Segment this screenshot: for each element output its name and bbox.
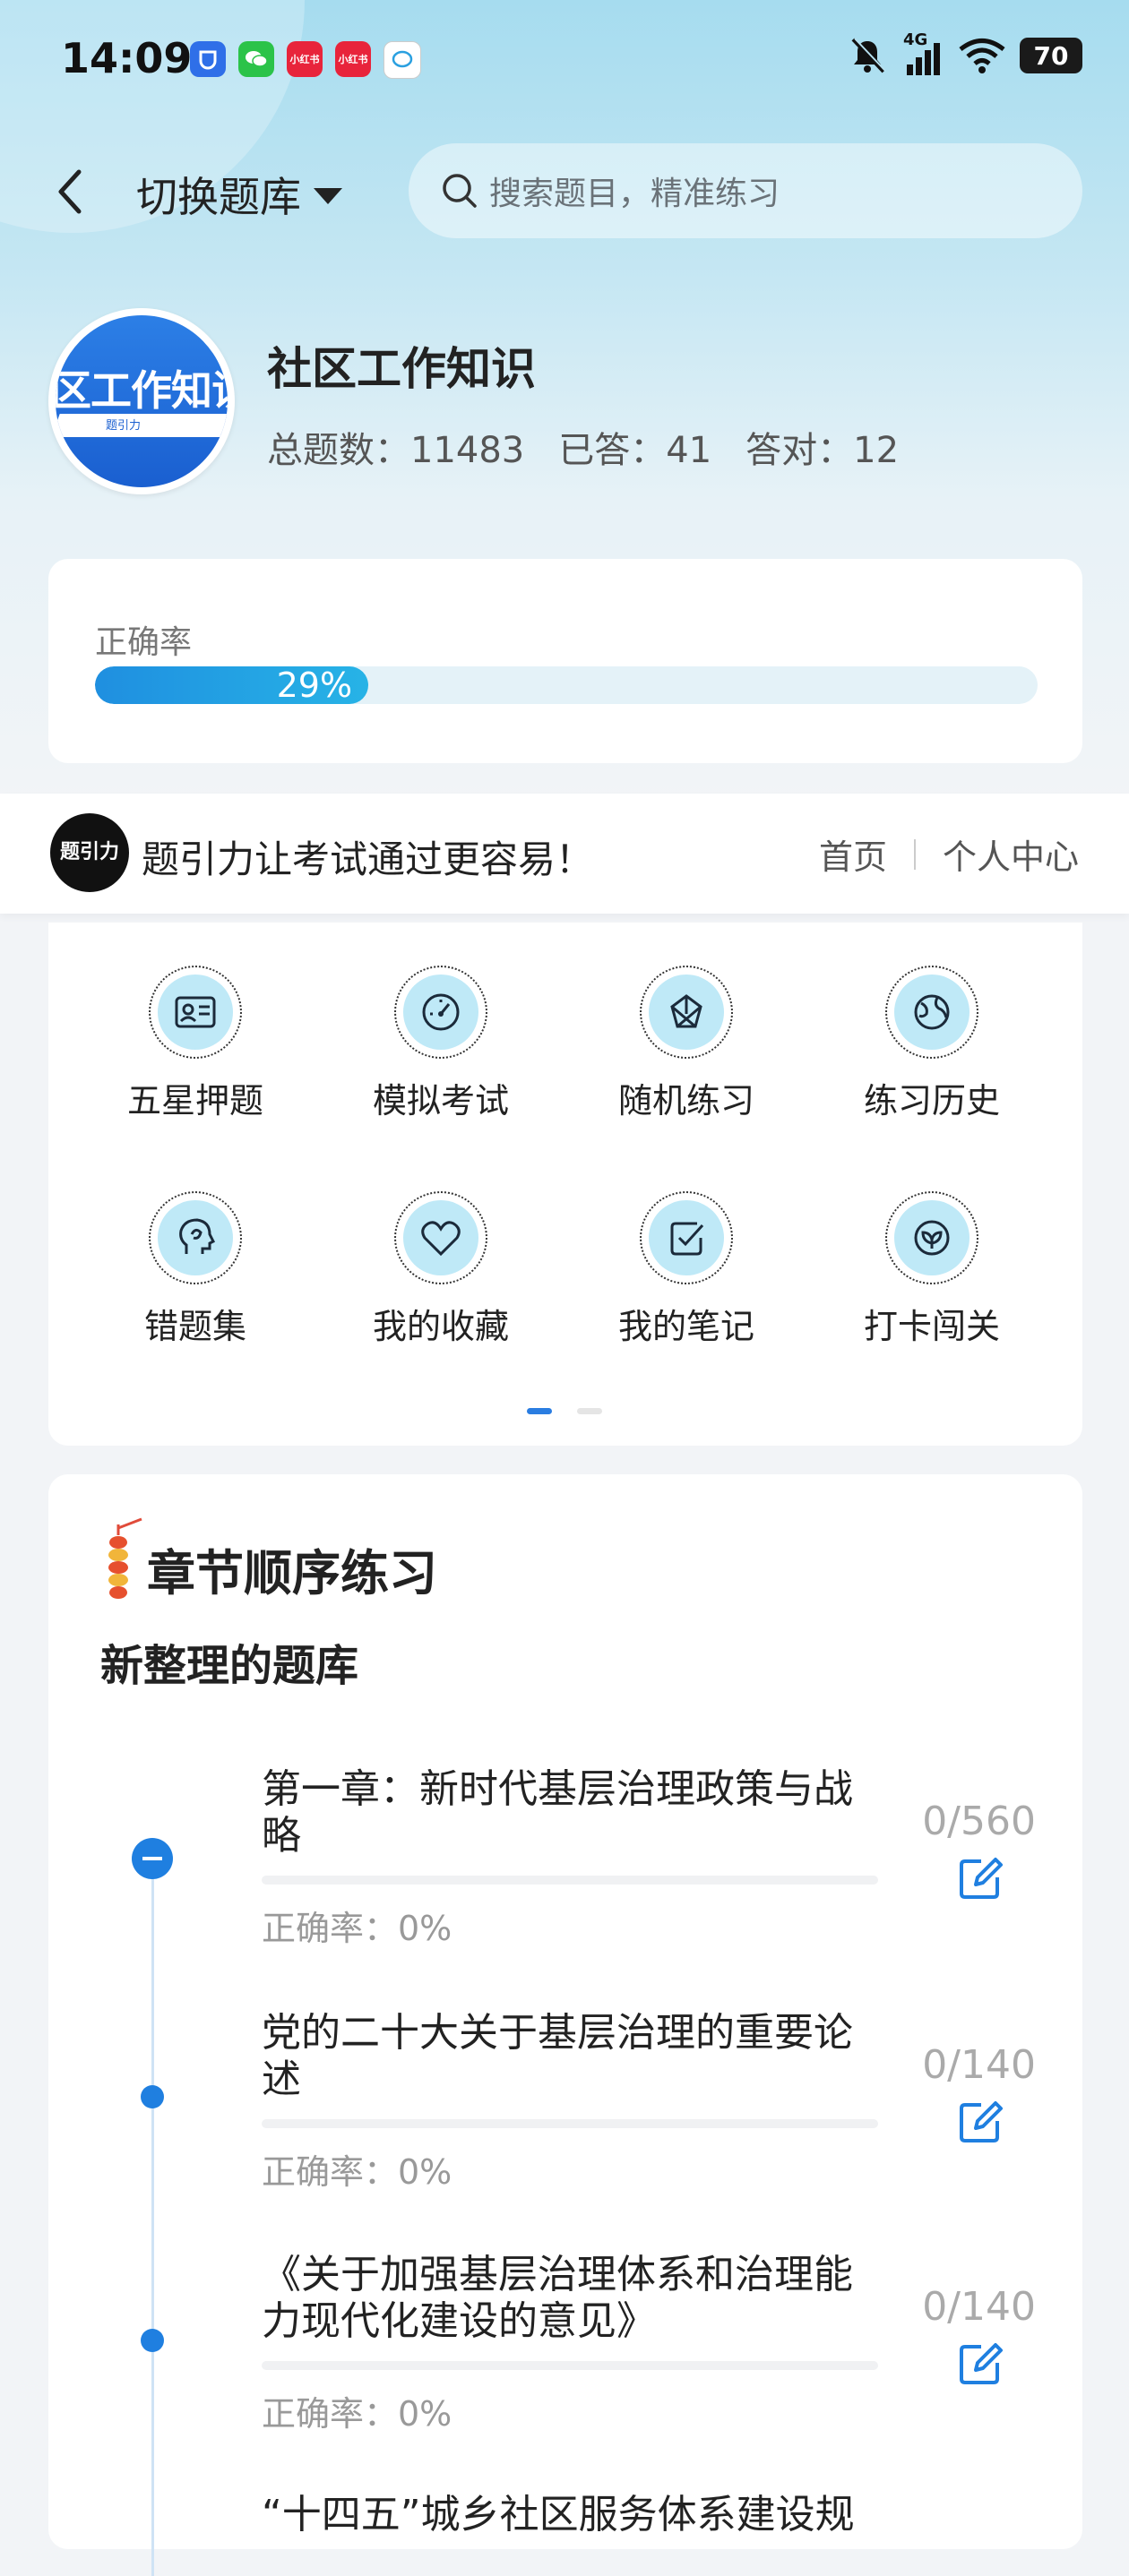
- chapter-name: 第一章：新时代基层治理政策与战略: [262, 1766, 853, 1859]
- bank-logo-sub: 题引力: [106, 419, 142, 433]
- bank-logo: 区工作知识 题引力: [48, 308, 235, 494]
- chapter-progress-bar: [262, 1876, 878, 1885]
- banner-slogan: 题引力让考试通过更容易！: [142, 837, 594, 881]
- accuracy-progress-bar: 29%: [95, 666, 1038, 704]
- func-history[interactable]: 练习历史: [833, 966, 1030, 1122]
- wifi-icon: [959, 39, 1005, 73]
- func-label: 我的笔记: [617, 1307, 754, 1346]
- caret-down-icon: [314, 188, 342, 204]
- func-wrong-questions[interactable]: 错题集: [97, 1191, 294, 1348]
- chapter-count: 0/140: [922, 2284, 1036, 2330]
- check-note-icon: [649, 1200, 724, 1275]
- total-questions: 总题数：11483: [267, 430, 525, 471]
- search-input[interactable]: 搜索题目，精准练习: [409, 143, 1082, 238]
- battery-indicator: 70: [1020, 38, 1082, 73]
- function-grid: 五星押题 模拟考试 随机练习 练习历史 错题集 我的收藏 我的笔记 打卡闯关: [48, 923, 1082, 1446]
- nav-home-link[interactable]: 首页: [819, 829, 887, 879]
- xiaohongshu-icon: 小红书: [335, 41, 371, 77]
- chapter-name: 党的二十大关于基层治理的重要论述: [262, 2010, 853, 2102]
- search-placeholder: 搜索题目，精准练习: [489, 176, 780, 212]
- status-bar: 14:09 小红书 小红书 4G 70: [0, 0, 1129, 125]
- network-label: 4G: [903, 30, 928, 49]
- correct-count: 答对：12: [745, 430, 900, 471]
- chapter-accuracy: 正确率：0%: [262, 2152, 452, 2192]
- timeline-line: [151, 1859, 154, 2576]
- func-notes[interactable]: 我的笔记: [588, 1191, 785, 1348]
- speedometer-icon: [403, 975, 478, 1050]
- chapter-subtitle: 新整理的题库: [100, 1630, 359, 1693]
- edit-icon[interactable]: [956, 1854, 1004, 1902]
- nav-profile-link[interactable]: 个人中心: [943, 829, 1079, 879]
- func-five-star[interactable]: 五星押题: [97, 966, 294, 1122]
- globe-icon: [894, 975, 970, 1050]
- chapter-item[interactable]: 党的二十大关于基层治理的重要论述 正确率：0%: [262, 2010, 889, 2194]
- func-label: 随机练习: [617, 1081, 754, 1121]
- bank-stats: 总题数：11483 已答：41 答对：12: [267, 421, 899, 473]
- accuracy-percent: 29%: [276, 666, 353, 704]
- accuracy-progress-fill: 29%: [95, 666, 369, 704]
- chapter-section-title: 章节顺序练习: [147, 1545, 437, 1601]
- chapter-accuracy: 正确率：0%: [262, 2394, 452, 2434]
- wechat-icon: [238, 41, 274, 77]
- func-mock-exam[interactable]: 模拟考试: [342, 966, 539, 1122]
- promo-banner: 题引力 题引力让考试通过更容易！ 首页 个人中心: [0, 794, 1129, 914]
- func-label: 我的收藏: [372, 1307, 509, 1346]
- func-label: 错题集: [143, 1307, 246, 1346]
- func-label: 模拟考试: [372, 1081, 509, 1121]
- timeline-node: [141, 2085, 164, 2108]
- id-card-icon: [158, 975, 233, 1050]
- func-label: 练习历史: [863, 1081, 1000, 1121]
- chapter-count: 0/140: [922, 2042, 1036, 2088]
- badge-icon: [894, 1200, 970, 1275]
- bank-logo-text: 区工作知识: [56, 366, 228, 415]
- nav-divider: [913, 838, 916, 870]
- network-icon: [649, 975, 724, 1050]
- chapter-name: 《关于加强基层治理体系和治理能力现代化建设的意见》: [262, 2252, 853, 2344]
- head-icon: [158, 1200, 233, 1275]
- back-arrow-icon[interactable]: [52, 167, 88, 217]
- app-shield-icon: [190, 41, 226, 77]
- status-time: 14:09: [61, 34, 193, 82]
- func-random-practice[interactable]: 随机练习: [588, 966, 785, 1122]
- message-icon: [384, 41, 421, 79]
- page-indicator-inactive: [577, 1408, 602, 1414]
- chapter-item[interactable]: “十四五”城乡社区服务体系建设规: [262, 2492, 889, 2538]
- chapter-item[interactable]: 《关于加强基层治理体系和治理能力现代化建设的意见》 正确率：0%: [262, 2252, 889, 2435]
- accuracy-label: 正确率: [95, 624, 193, 661]
- xiaohongshu-icon: 小红书: [287, 41, 323, 77]
- chapter-progress-bar: [262, 2361, 878, 2370]
- banner-nav: 首页 个人中心: [819, 829, 1079, 879]
- edit-icon[interactable]: [956, 2098, 1004, 2146]
- switch-bank-button[interactable]: 切换题库: [136, 165, 342, 224]
- search-icon: [443, 174, 477, 208]
- chapter-progress-bar: [262, 2119, 878, 2128]
- page-indicator-active: [527, 1408, 552, 1414]
- chapter-name: “十四五”城乡社区服务体系建设规: [262, 2492, 855, 2537]
- func-label: 五星押题: [126, 1081, 263, 1121]
- edit-icon[interactable]: [956, 2340, 1004, 2388]
- firecracker-icon: [108, 1517, 142, 1599]
- tiyinli-logo[interactable]: 题引力: [50, 813, 129, 892]
- bank-title: 社区工作知识: [267, 343, 536, 395]
- collapse-node-icon[interactable]: [132, 1838, 173, 1879]
- chapter-accuracy: 正确率：0%: [262, 1909, 452, 1948]
- status-right: 4G 70: [848, 30, 1082, 75]
- accuracy-card: 正确率 29%: [48, 559, 1082, 763]
- heart-icon: [403, 1200, 478, 1275]
- chapter-item[interactable]: 第一章：新时代基层治理政策与战略 正确率：0%: [262, 1766, 889, 1950]
- func-check-in[interactable]: 打卡闯关: [833, 1191, 1030, 1348]
- chapter-count: 0/560: [922, 1799, 1036, 1844]
- signal-4g-icon: 4G: [901, 30, 944, 75]
- answered-count: 已答：41: [558, 430, 712, 471]
- func-favorites[interactable]: 我的收藏: [342, 1191, 539, 1348]
- timeline-node: [141, 2329, 164, 2352]
- chapter-practice-card: 章节顺序练习 新整理的题库 第一章：新时代基层治理政策与战略 正确率：0% 0/…: [48, 1474, 1082, 2576]
- notification-icons: 小红书 小红书: [190, 41, 421, 79]
- func-label: 打卡闯关: [863, 1307, 1000, 1346]
- mute-bell-icon: [851, 38, 886, 73]
- switch-bank-label: 切换题库: [136, 173, 301, 221]
